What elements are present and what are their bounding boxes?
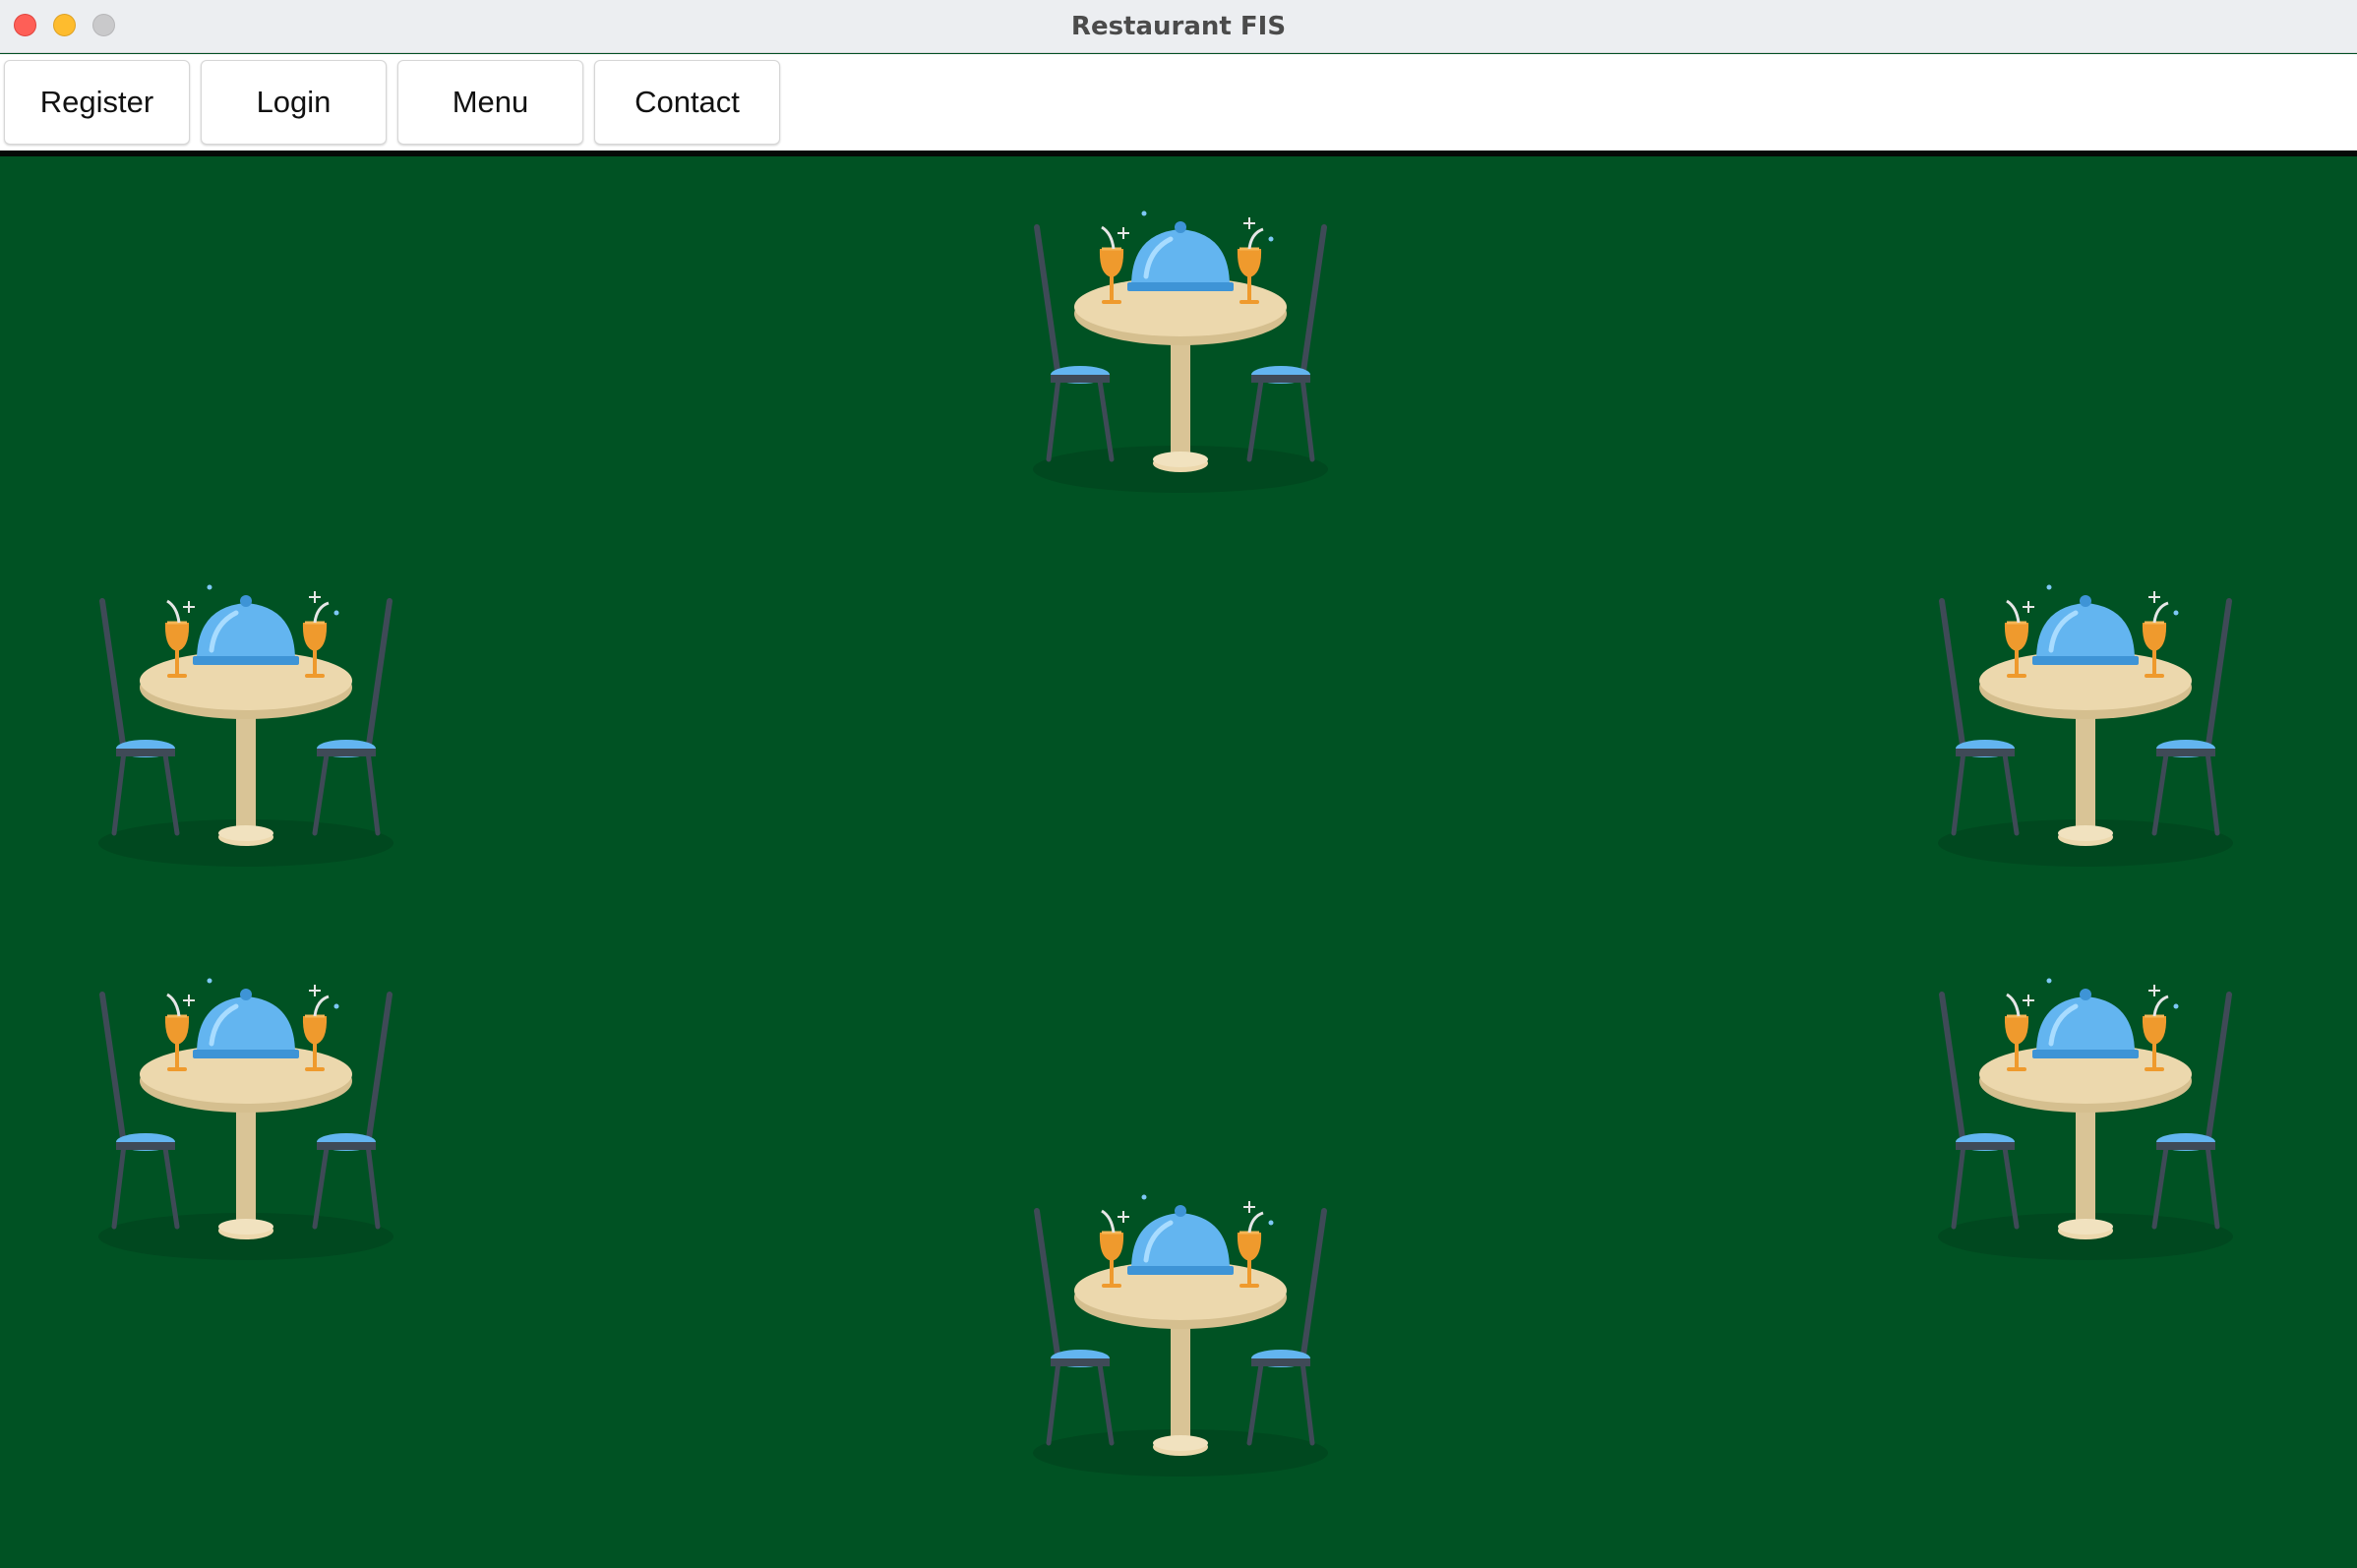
- restaurant-floor: [0, 156, 2357, 1568]
- cloche-icon: [1127, 1194, 1234, 1275]
- cloche-icon: [2032, 978, 2139, 1058]
- table-2[interactable]: [89, 579, 403, 874]
- window-title: Restaurant FIS: [1070, 12, 1287, 41]
- table-1[interactable]: [1023, 206, 1338, 501]
- contact-button[interactable]: Contact: [594, 60, 780, 145]
- title-bar: Restaurant FIS: [0, 0, 2357, 53]
- right-chair: [1246, 224, 1327, 462]
- login-button[interactable]: Login: [201, 60, 387, 145]
- cloche-icon: [2032, 584, 2139, 665]
- left-chair: [1939, 598, 2020, 836]
- cloche-icon: [193, 584, 299, 665]
- right-chair: [1246, 1208, 1327, 1446]
- cloche-icon: [1127, 211, 1234, 291]
- left-chair: [99, 992, 180, 1230]
- left-chair: [1034, 224, 1115, 462]
- table-4[interactable]: [89, 973, 403, 1268]
- cloche-icon: [193, 978, 299, 1058]
- right-chair: [312, 992, 393, 1230]
- table-5[interactable]: [1928, 973, 2243, 1268]
- left-chair: [1939, 992, 2020, 1230]
- right-chair: [2151, 598, 2232, 836]
- register-button[interactable]: Register: [4, 60, 190, 145]
- right-chair: [2151, 992, 2232, 1230]
- toolbar: Register Login Menu Contact: [0, 54, 2357, 151]
- right-chair: [312, 598, 393, 836]
- menu-button[interactable]: Menu: [397, 60, 583, 145]
- left-chair: [99, 598, 180, 836]
- table-6[interactable]: [1023, 1189, 1338, 1484]
- table-3[interactable]: [1928, 579, 2243, 874]
- left-chair: [1034, 1208, 1115, 1446]
